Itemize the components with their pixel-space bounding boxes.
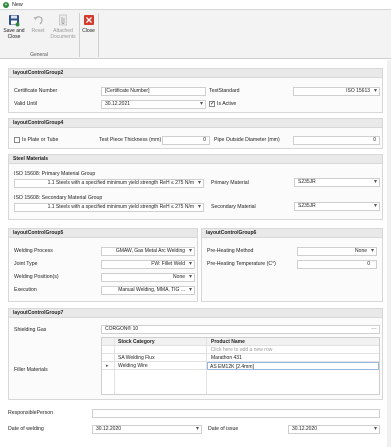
layout-group-6: layoutControlGroup6 Pre-Heating Method N…	[201, 228, 383, 302]
undo-icon	[33, 16, 43, 25]
reset-label: Reset	[31, 28, 45, 34]
ribbon-group-label: General	[30, 52, 48, 58]
form-content: layoutControlGroup2 Certificate Number […	[0, 60, 391, 447]
grid-header: Stock Category Product Name	[102, 338, 379, 346]
layout-group-5: layoutControlGroup5 Welding Process GMAW…	[8, 228, 198, 302]
group-title: layoutControlGroup7	[9, 309, 382, 318]
product-cell: Marathon 431	[211, 355, 242, 361]
filler-materials-grid: Stock Category Product Name Click here t…	[101, 337, 380, 395]
filler-materials-label: Filler Materials	[14, 367, 48, 373]
save-close-button[interactable]: Save and Close	[3, 14, 25, 40]
group-title: layoutControlGroup5	[9, 229, 197, 238]
primary-group-label: ISO 15608: Primary Material Group	[14, 171, 96, 177]
preheating-temp-label: Pre-Heating Temperature (C°)	[207, 261, 276, 267]
test-piece-thickness-input[interactable]: 0	[162, 136, 210, 145]
execution-select[interactable]: Manual Welding, MMA, TIG ...	[101, 286, 195, 295]
group-title: Steel Materials	[9, 155, 382, 164]
close-label: Close	[82, 28, 95, 34]
welding-process-select[interactable]: GMAW, Gas Metal Arc Welding	[101, 247, 195, 256]
date-issue-picker[interactable]: 30.12.2020	[288, 425, 380, 434]
row-indicator-icon: ▸	[106, 363, 109, 369]
joint-type-label: Joint Type	[14, 261, 38, 267]
col-product-name[interactable]: Product Name	[209, 338, 245, 346]
valid-until-date-picker[interactable]: 30.12.2021	[101, 100, 206, 109]
new-row-hint: Click here to add a new row	[210, 347, 273, 353]
primary-material-label: Primary Material	[211, 180, 249, 186]
attached-documents-button[interactable]: Attached Documents	[48, 14, 78, 40]
date-welding-picker[interactable]: 30.12.2020	[92, 425, 202, 434]
paperclip-icon	[59, 14, 67, 26]
shielding-gas-label: Shielding Gas	[14, 327, 47, 333]
test-piece-thickness-label: Test Piece Thickness (mm)	[99, 137, 162, 143]
responsible-label: ResponsiblePerson	[8, 410, 53, 416]
stock-cell: SA Welding Flux	[118, 355, 155, 361]
is-active-checkbox[interactable]	[209, 100, 215, 107]
window-title: New	[12, 2, 23, 8]
secondary-group-label: ISO 15608: Secondary Material Group	[14, 195, 103, 201]
valid-until-label: Valid Until	[14, 101, 37, 107]
table-row[interactable]: SA Welding Flux Marathon 431	[102, 354, 379, 362]
date-welding-label: Date of welding	[8, 426, 44, 432]
steel-materials-group: Steel Materials ISO 15608: Primary Mater…	[8, 154, 383, 220]
certificate-number-label: Certificate Number	[14, 88, 58, 94]
stock-cell: Welding Wire	[118, 363, 148, 369]
attached-documents-label: Attached Documents	[50, 28, 76, 40]
preheating-method-label: Pre-Heating Method	[207, 248, 254, 254]
product-cell-editor[interactable]: AS EM12K [2.4mm]	[207, 362, 379, 370]
test-standard-label: TestStandard	[209, 88, 240, 94]
is-plate-label: Is Plate or Tube	[22, 137, 59, 143]
welding-process-label: Welding Process	[14, 248, 53, 254]
test-standard-select[interactable]: ISO 15613	[293, 87, 380, 96]
save-icon	[9, 15, 20, 27]
close-button[interactable]: Close	[80, 14, 97, 34]
preheating-method-select[interactable]: None	[297, 247, 377, 256]
welding-positions-label: Welding Position(s)	[14, 274, 59, 280]
layout-group-4: layoutControlGroup4 Is Plate or Tube Tes…	[8, 118, 383, 149]
primary-group-select[interactable]: 1.1 Steels with a specified minimum yiel…	[14, 179, 204, 188]
date-issue-label: Date of issue	[208, 426, 239, 432]
new-row[interactable]: Click here to add a new row	[102, 346, 379, 354]
pipe-od-input[interactable]: 0	[293, 136, 380, 145]
group-title: layoutControlGroup6	[202, 229, 382, 238]
joint-type-select[interactable]: FW: Fillet Weld	[101, 260, 195, 269]
layout-group-7: layoutControlGroup7 Shielding Gas CORGON…	[8, 308, 383, 400]
secondary-material-select[interactable]: S235JR	[294, 202, 380, 211]
group-title: layoutControlGroup2	[9, 69, 382, 78]
save-close-label: Save and Close	[3, 28, 25, 40]
responsible-input[interactable]	[92, 409, 380, 418]
pipe-od-label: Pipe Outside Diameter (mm)	[214, 137, 280, 143]
secondary-group-select[interactable]: 1.1 Steels with a specified minimum yiel…	[14, 203, 204, 212]
group-title: layoutControlGroup4	[9, 119, 382, 128]
window-titlebar: + New	[0, 0, 391, 10]
col-stock-category[interactable]: Stock Category	[116, 338, 155, 346]
layout-group-2: layoutControlGroup2 Certificate Number […	[8, 68, 383, 113]
secondary-material-label: Secondary Material	[211, 204, 256, 210]
vertical-scrollbar[interactable]	[387, 60, 391, 447]
execution-label: Execution	[14, 287, 37, 293]
certificate-number-input[interactable]: [Certificate Number]	[101, 87, 206, 96]
reset-button[interactable]: Reset	[28, 14, 48, 34]
welding-positions-select[interactable]: None	[101, 273, 195, 282]
ribbon: Save and Close Reset Attached Documents …	[0, 10, 391, 59]
is-plate-checkbox[interactable]	[14, 137, 20, 143]
grid-divider	[206, 338, 207, 394]
primary-material-select[interactable]: S235JR	[294, 178, 380, 187]
add-icon: +	[3, 2, 9, 8]
preheating-temp-stepper[interactable]: 0	[297, 260, 377, 269]
close-icon	[83, 15, 94, 25]
grid-divider	[114, 338, 115, 394]
is-active-label: Is Active	[217, 101, 237, 107]
shielding-gas-input[interactable]: CORGON® 10	[101, 325, 380, 334]
ribbon-separator	[98, 13, 99, 57]
table-row[interactable]: ▸ Welding Wire AS EM12K [2.4mm]	[102, 362, 379, 370]
